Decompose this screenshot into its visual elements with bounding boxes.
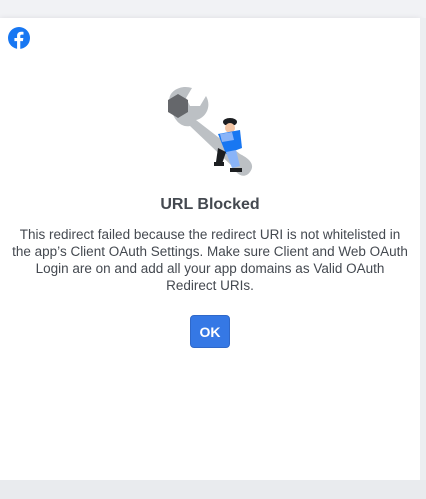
scrollbar-gutter [420, 18, 426, 480]
page: URL Blocked This redirect failed because… [0, 0, 426, 499]
top-strip [0, 0, 426, 18]
facebook-logo-icon [8, 27, 30, 49]
ok-button[interactable]: OK [190, 315, 230, 348]
bottom-strip [0, 480, 426, 499]
dialog-title: URL Blocked [160, 196, 260, 213]
dialog-message: This redirect failed because the redirec… [12, 227, 408, 293]
wrench-worker-illustration [168, 86, 253, 176]
